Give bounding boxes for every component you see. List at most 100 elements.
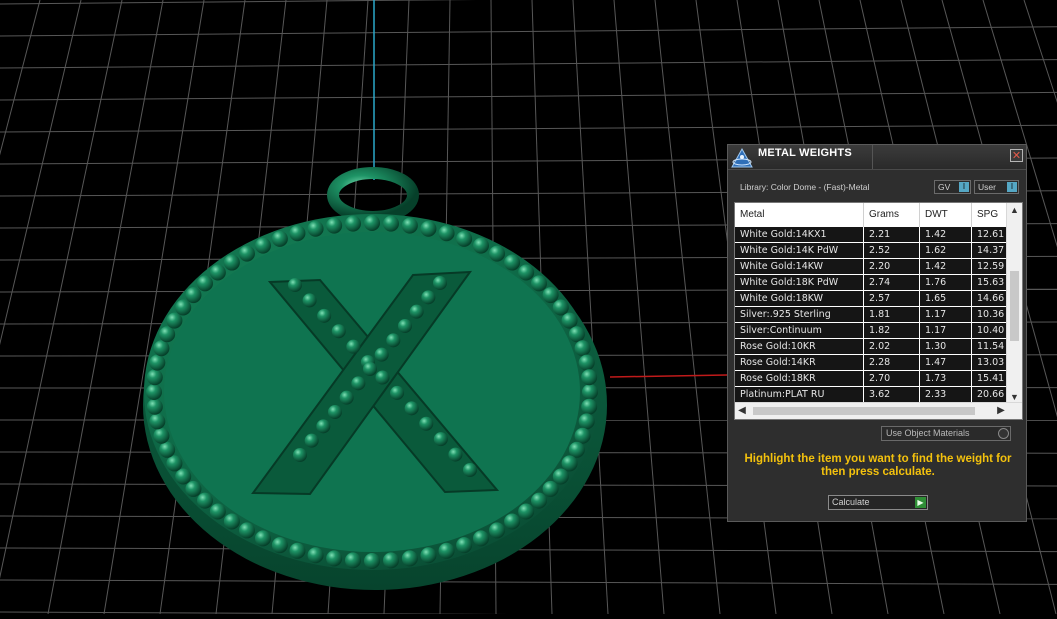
border-bead bbox=[456, 231, 472, 247]
border-bead bbox=[543, 481, 559, 497]
grams-cell: 2.70 bbox=[864, 371, 920, 386]
panel-titlebar[interactable]: METAL WEIGHTS ✕ bbox=[728, 145, 1026, 170]
metal-cell: Rose Gold:18KR bbox=[735, 371, 864, 386]
border-bead bbox=[326, 550, 342, 566]
spg-cell: 14.66 bbox=[972, 291, 1008, 306]
grams-cell: 3.62 bbox=[864, 387, 920, 402]
scroll-up-icon[interactable]: ▲ bbox=[1007, 203, 1022, 217]
grid-line bbox=[655, 0, 720, 614]
grams-cell: 2.28 bbox=[864, 355, 920, 370]
border-bead bbox=[272, 537, 288, 553]
border-bead bbox=[149, 355, 165, 371]
border-bead bbox=[581, 369, 597, 385]
border-bead bbox=[553, 300, 569, 316]
border-bead bbox=[175, 300, 191, 316]
border-bead bbox=[581, 399, 597, 415]
letter-bead bbox=[386, 333, 400, 347]
instruction-text: Highlight the item you want to find the … bbox=[738, 453, 1018, 479]
border-bead bbox=[289, 225, 305, 241]
grid-line bbox=[0, 580, 1057, 584]
border-bead bbox=[562, 313, 578, 329]
grams-cell: 2.52 bbox=[864, 243, 920, 258]
close-button[interactable]: ✕ bbox=[1010, 149, 1023, 162]
letter-bead bbox=[351, 376, 365, 390]
spg-cell: 15.63 bbox=[972, 275, 1008, 290]
title-tab-divider bbox=[872, 145, 873, 169]
table-row[interactable]: Silver:Continuum1.821.1710.40 bbox=[735, 323, 1008, 339]
dwt-cell: 1.76 bbox=[920, 275, 972, 290]
border-bead bbox=[239, 246, 255, 262]
gv-label: GV bbox=[938, 182, 950, 192]
metal-cell: White Gold:18KW bbox=[735, 291, 864, 306]
radio-icon[interactable] bbox=[998, 428, 1009, 439]
letter-bead bbox=[410, 305, 424, 319]
column-header-grams[interactable]: Grams bbox=[864, 203, 920, 227]
letter-bead bbox=[305, 434, 319, 448]
border-bead bbox=[383, 216, 399, 232]
border-bead bbox=[147, 399, 163, 415]
use-object-materials-option[interactable]: Use Object Materials bbox=[881, 426, 1011, 441]
letter-bead bbox=[376, 371, 390, 385]
border-bead bbox=[364, 215, 380, 231]
border-bead bbox=[149, 413, 165, 429]
border-bead bbox=[504, 255, 520, 271]
scroll-right-icon[interactable]: ▶ bbox=[994, 403, 1008, 419]
table-row[interactable]: White Gold:18K PdW2.741.7615.63 bbox=[735, 275, 1008, 291]
grams-cell: 1.82 bbox=[864, 323, 920, 338]
x-axis-line bbox=[610, 375, 727, 377]
column-header-metal[interactable]: Metal bbox=[735, 203, 864, 227]
column-header-dwt[interactable]: DWT bbox=[920, 203, 972, 227]
grid-line bbox=[0, 548, 1057, 552]
border-bead bbox=[582, 384, 598, 400]
letter-bead bbox=[390, 386, 404, 400]
grams-cell: 2.74 bbox=[864, 275, 920, 290]
letter-bead bbox=[419, 417, 433, 431]
gv-toggle[interactable]: GV I bbox=[934, 180, 971, 194]
metal-cell: White Gold:14KW bbox=[735, 259, 864, 274]
user-indicator-icon: I bbox=[1007, 182, 1017, 192]
border-bead bbox=[439, 543, 455, 559]
letter-bead bbox=[375, 348, 389, 362]
calculate-button[interactable]: Calculate ▶ bbox=[828, 495, 928, 510]
table-row[interactable]: Rose Gold:14KR2.281.4713.03 bbox=[735, 355, 1008, 371]
scroll-left-icon[interactable]: ◀ bbox=[735, 403, 749, 419]
letter-bead bbox=[316, 419, 330, 433]
table-row[interactable]: Platinum:PLAT RU3.622.3320.66 bbox=[735, 387, 1008, 403]
table-row[interactable]: White Gold:14KW2.201.4212.59 bbox=[735, 259, 1008, 275]
column-header-spg[interactable]: SPG bbox=[972, 203, 1008, 227]
border-bead bbox=[159, 442, 175, 458]
table-row[interactable]: White Gold:14KX12.211.4212.61 bbox=[735, 227, 1008, 243]
border-bead bbox=[579, 355, 595, 371]
grid-line bbox=[0, 60, 1057, 68]
gv-indicator-icon: I bbox=[959, 182, 969, 192]
border-bead bbox=[364, 553, 380, 569]
spg-cell: 12.59 bbox=[972, 259, 1008, 274]
table-row[interactable]: Rose Gold:10KR2.021.3011.54 bbox=[735, 339, 1008, 355]
border-bead bbox=[308, 221, 324, 237]
user-toggle[interactable]: User I bbox=[974, 180, 1019, 194]
horizontal-scrollbar[interactable]: ◀ ▶ bbox=[735, 402, 1022, 419]
table-row[interactable]: White Gold:14K PdW2.521.6214.37 bbox=[735, 243, 1008, 259]
table-row[interactable]: Silver:.925 Sterling1.811.1710.36 bbox=[735, 307, 1008, 323]
horizontal-scroll-thumb[interactable] bbox=[753, 407, 975, 415]
table-body: White Gold:14KX12.211.4212.61White Gold:… bbox=[735, 227, 1008, 403]
letter-bead bbox=[363, 362, 377, 376]
letter-bead bbox=[398, 319, 412, 333]
letter-bead bbox=[303, 293, 317, 307]
border-bead bbox=[504, 513, 520, 529]
metal-cell: Rose Gold:14KR bbox=[735, 355, 864, 370]
spg-cell: 12.61 bbox=[972, 227, 1008, 242]
play-arrow-icon: ▶ bbox=[915, 497, 926, 508]
vertical-scroll-thumb[interactable] bbox=[1010, 271, 1019, 341]
vertical-scrollbar[interactable]: ▲ ▼ bbox=[1006, 203, 1022, 404]
metal-table[interactable]: Metal Grams DWT SPG White Gold:14KX12.21… bbox=[734, 202, 1023, 420]
letter-bead bbox=[346, 340, 360, 354]
border-bead bbox=[326, 218, 342, 234]
grams-cell: 1.81 bbox=[864, 307, 920, 322]
border-bead bbox=[153, 340, 169, 356]
table-row[interactable]: White Gold:18KW2.571.6514.66 bbox=[735, 291, 1008, 307]
border-bead bbox=[562, 455, 578, 471]
table-row[interactable]: Rose Gold:18KR2.701.7315.41 bbox=[735, 371, 1008, 387]
border-bead bbox=[197, 275, 213, 291]
calculate-label: Calculate bbox=[832, 497, 870, 507]
